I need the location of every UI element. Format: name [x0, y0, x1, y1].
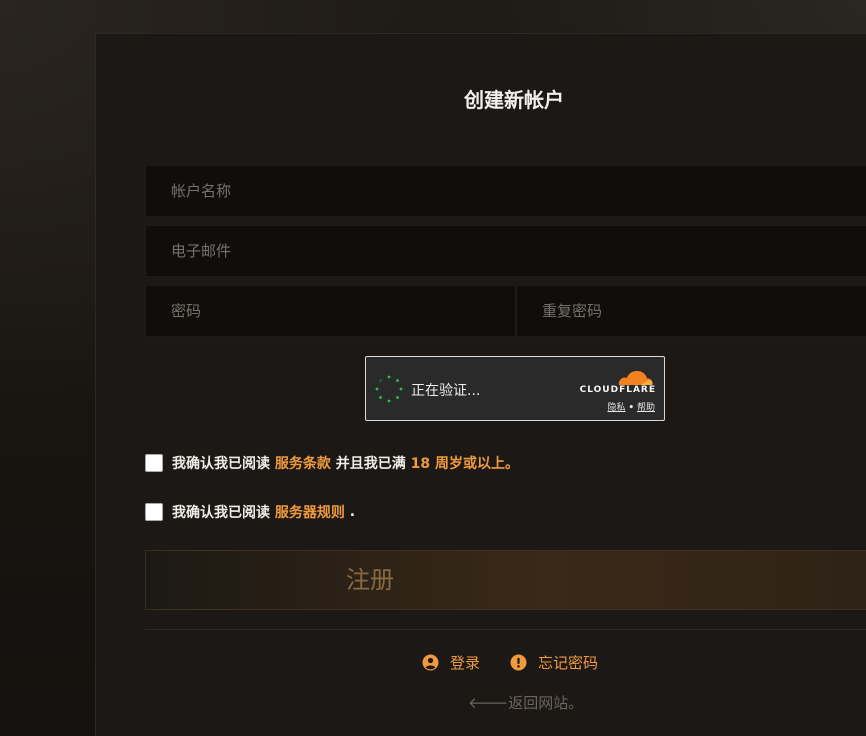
terms-age: 18 周岁或以上。	[410, 456, 519, 472]
captcha-links: 隐私 • 帮助	[607, 400, 655, 413]
captcha-status: 正在验证...	[411, 383, 481, 399]
page: 创建新帐户 帐户名称 电子邮件 正在验证... CLOUDFLARE 隐私 • …	[0, 0, 866, 736]
rules-suffix: .	[349, 504, 356, 520]
divider	[145, 629, 866, 630]
repeat-password-field	[516, 285, 866, 337]
rules-prefix: 我确认我已阅读	[172, 505, 270, 521]
server-rules-link[interactable]: 服务器规则	[275, 502, 345, 522]
terms-middle: 并且我已满	[335, 456, 406, 472]
register-button-label: 注册	[346, 566, 394, 594]
terms-prefix: 我确认我已阅读	[172, 456, 270, 472]
captcha-privacy-link[interactable]: 隐私	[607, 403, 625, 413]
cloudflare-captcha[interactable]: 正在验证... CLOUDFLARE 隐私 • 帮助	[365, 356, 665, 421]
register-button[interactable]: 注册	[145, 550, 866, 610]
terms-agreement-row: 我确认我已阅读 服务条款 并且我已满 18 周岁或以上。	[145, 452, 519, 474]
register-panel: 创建新帐户 帐户名称 电子邮件 正在验证... CLOUDFLARE 隐私 • …	[95, 33, 866, 736]
password-field	[145, 285, 516, 337]
spinner-icon	[375, 375, 403, 403]
captcha-help-link[interactable]: 帮助	[637, 403, 655, 413]
cloudflare-brand: CLOUDFLARE	[579, 385, 656, 395]
password-input[interactable]	[146, 286, 515, 336]
terms-of-service-link[interactable]: 服务条款	[275, 453, 331, 473]
user-circle-icon	[422, 654, 439, 671]
bottom-links: 登录 忘记密码	[422, 652, 598, 673]
captcha-link-separator: •	[628, 403, 635, 413]
repeat-password-input[interactable]	[517, 286, 866, 336]
arrow-left-icon: 🡐	[468, 694, 509, 712]
page-title: 创建新帐户	[464, 88, 564, 112]
account-name-input[interactable]	[146, 166, 866, 216]
email-input[interactable]	[146, 226, 866, 276]
back-to-site-link[interactable]: 🡐返回网站。	[468, 692, 583, 713]
rules-agreement-row: 我确认我已阅读 服务器规则 .	[145, 501, 355, 523]
exclamation-circle-icon	[510, 654, 527, 671]
account-name-field	[145, 165, 866, 217]
rules-checkbox[interactable]	[145, 503, 163, 521]
login-label: 登录	[450, 654, 481, 672]
email-field	[145, 225, 866, 277]
login-link[interactable]: 登录	[422, 652, 480, 673]
back-to-site-label: 返回网站。	[508, 694, 584, 712]
terms-checkbox[interactable]	[145, 454, 163, 472]
forgot-password-label: 忘记密码	[538, 654, 599, 672]
forgot-password-link[interactable]: 忘记密码	[510, 652, 598, 673]
